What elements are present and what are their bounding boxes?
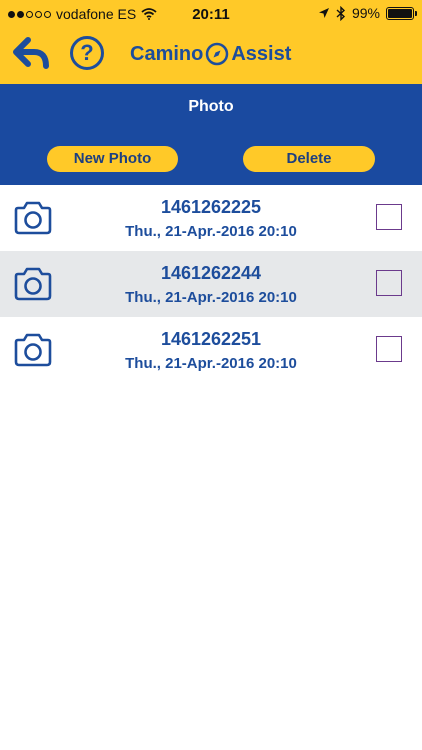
logo-text-right: Assist [231,42,292,65]
photo-row[interactable]: 1461262225 Thu., 21-Apr.-2016 20:10 [0,185,422,251]
photo-header-band: Photo New Photo Delete [0,84,422,185]
photo-row[interactable]: 1461262251 Thu., 21-Apr.-2016 20:10 [0,317,422,383]
photo-checkbox[interactable] [376,204,402,230]
page-title: Photo [188,98,234,115]
photo-date: Thu., 21-Apr.-2016 20:10 [125,355,297,372]
photo-id: 1461262225 [160,197,262,217]
back-button[interactable] [12,34,52,74]
photo-date: Thu., 21-Apr.-2016 20:10 [125,223,297,240]
camino-assist-logo: Camino Assist [130,38,291,70]
photo-date: Thu., 21-Apr.-2016 20:10 [125,289,297,306]
new-photo-button[interactable]: New Photo [47,146,178,172]
photo-id: 1461262251 [160,329,262,349]
battery-fill [388,8,412,18]
help-icon: ? [80,40,94,65]
delete-button[interactable]: Delete [243,146,375,172]
status-right: 99% [318,5,417,21]
photo-row[interactable]: 1461262244 Thu., 21-Apr.-2016 20:10 [0,251,422,317]
location-arrow-icon [318,8,329,18]
photo-list: 1461262225 Thu., 21-Apr.-2016 20:10 1461… [0,185,422,383]
back-arrow-icon [13,37,49,69]
bluetooth-icon [336,5,345,21]
status-bar: vodafone ES 20:11 99% [0,0,422,30]
battery-icon [386,6,417,20]
photo-id: 1461262244 [160,263,262,283]
photo-checkbox[interactable] [376,336,402,362]
compass-icon [206,42,229,66]
battery-percent: 99% [351,5,380,21]
help-button[interactable]: ? [70,36,104,70]
photo-checkbox[interactable] [376,270,402,296]
top-bar: vodafone ES 20:11 99% ? Camino Assist [0,0,422,84]
logo-text-left: Camino [130,42,204,65]
